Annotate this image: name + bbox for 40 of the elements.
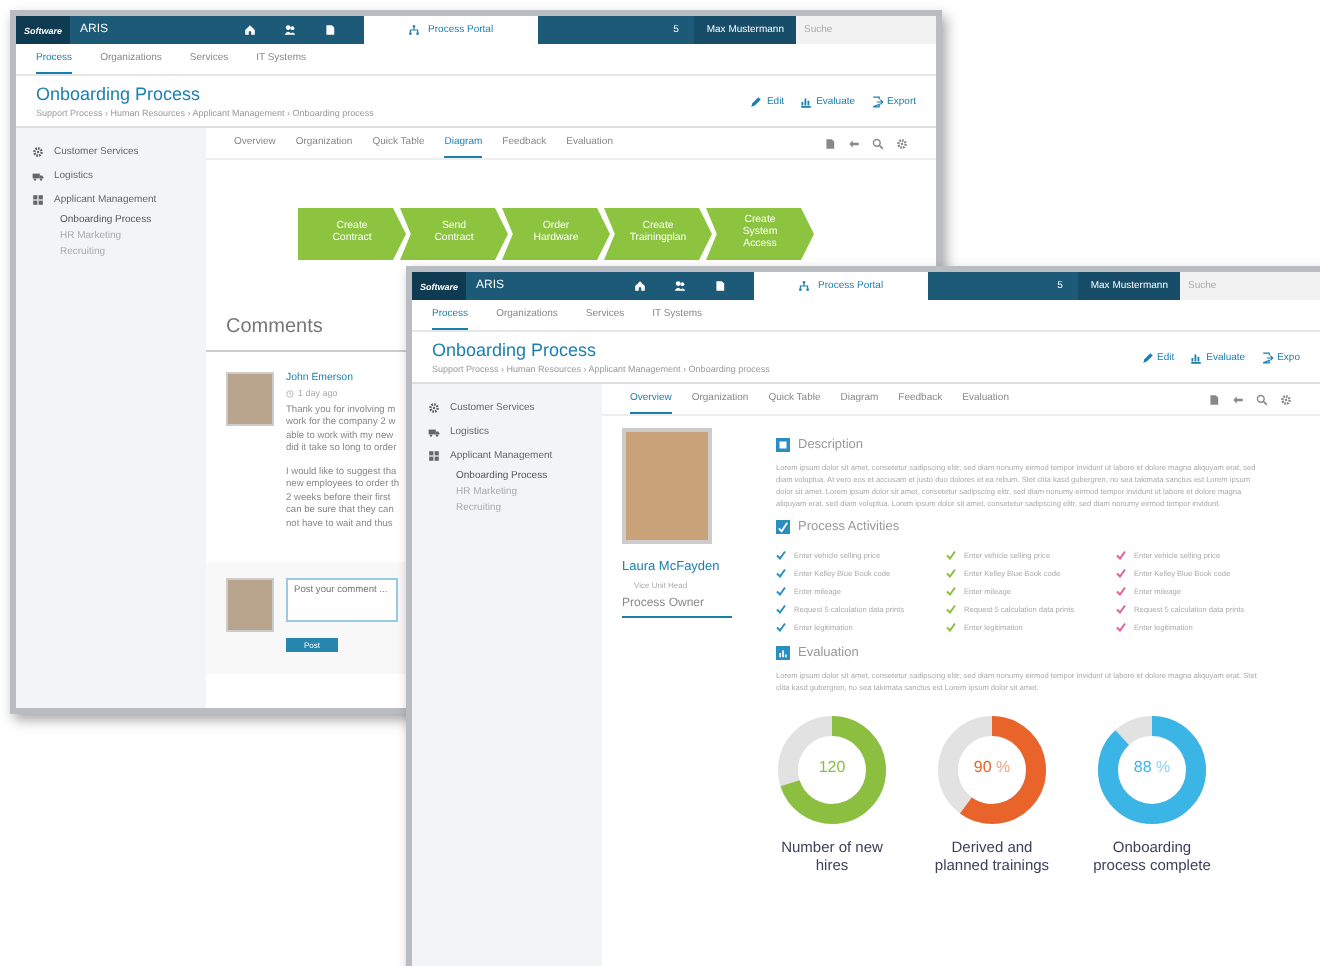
search-icon[interactable] [872, 137, 884, 149]
clock-icon [286, 389, 294, 397]
chart-icon [800, 95, 813, 107]
export-icon [871, 95, 884, 107]
donut-gauge [1096, 714, 1208, 827]
hierarchy-icon [798, 280, 811, 292]
home-icon[interactable] [634, 280, 647, 292]
document-icon[interactable] [714, 280, 727, 292]
truck-icon [428, 426, 440, 438]
description-icon [776, 438, 790, 452]
donut-gauge [776, 714, 888, 827]
avatar-placeholder [226, 578, 274, 633]
settings-icon[interactable] [1280, 393, 1292, 405]
chart-icon [1190, 351, 1203, 363]
photo-placeholder [622, 428, 712, 544]
gauge-value: 90 % [971, 758, 1013, 777]
hierarchy-icon [408, 24, 421, 36]
gauge-value: 88 % [1131, 758, 1173, 777]
avatar-placeholder [226, 372, 274, 426]
gear-icon [428, 402, 440, 414]
pencil-icon [750, 95, 763, 107]
chart-icon [776, 646, 790, 661]
people-icon[interactable] [674, 280, 687, 292]
donut-gauge [936, 714, 1048, 827]
settings-icon[interactable] [896, 137, 908, 149]
checklist-icon [776, 520, 790, 535]
document-icon[interactable] [1208, 393, 1220, 405]
search-icon[interactable] [1256, 393, 1268, 405]
grid-icon [428, 450, 440, 462]
home-icon[interactable] [244, 24, 257, 36]
export-icon [1261, 351, 1274, 363]
document-icon[interactable] [824, 137, 836, 149]
people-icon[interactable] [284, 24, 297, 36]
grid-icon [32, 194, 44, 206]
document-icon[interactable] [324, 24, 337, 36]
truck-icon [32, 170, 44, 182]
page-title: Onboarding Process [36, 84, 203, 104]
gauge-value: 120 [816, 758, 848, 777]
pencil-icon [1141, 351, 1153, 363]
gear-icon [32, 146, 44, 158]
